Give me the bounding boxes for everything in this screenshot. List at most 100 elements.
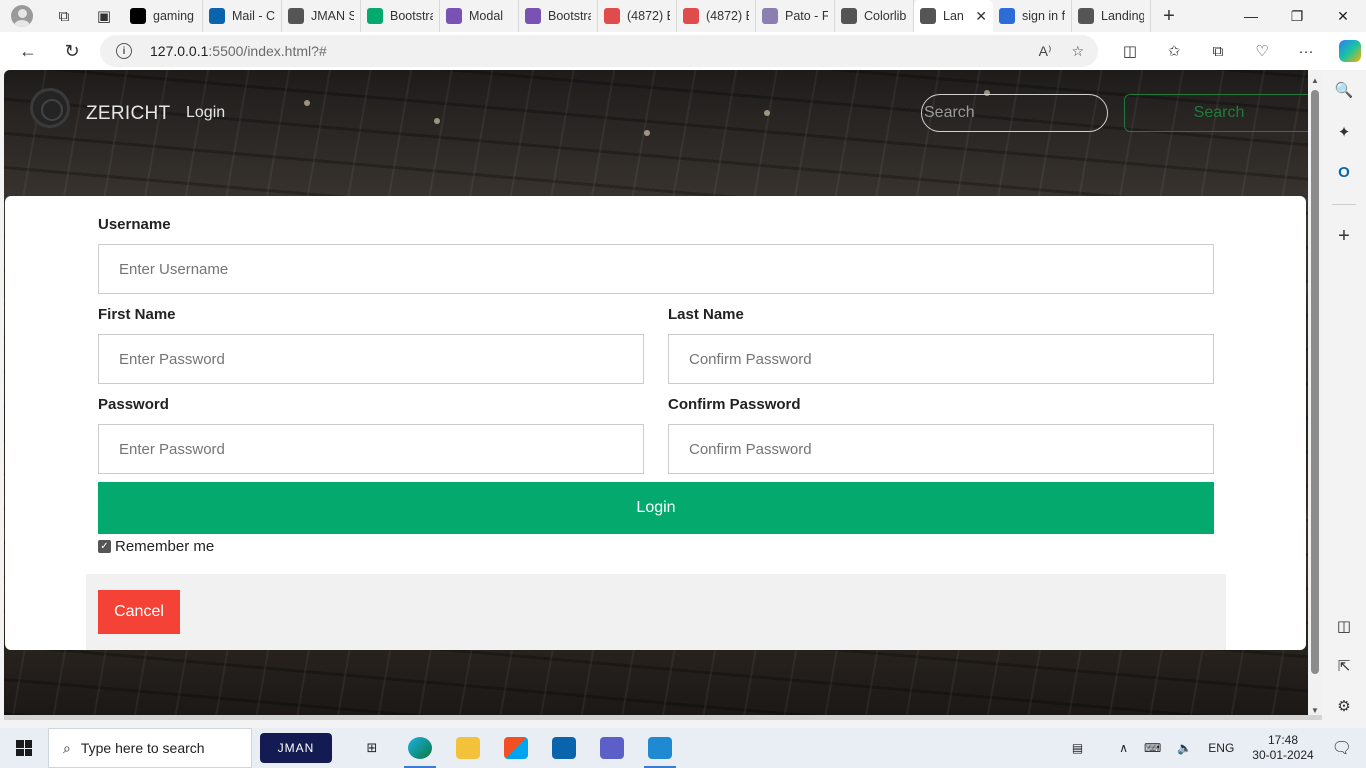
browser-tab[interactable]: Landing [1072, 0, 1151, 32]
browser-tab-strip: ⧉ ▣ gaming Mail - C JMAN S Bootstra Modal Boo… [0, 0, 1366, 32]
confirm-password-input[interactable] [668, 424, 1214, 474]
task-view-icon[interactable]: ⊞ [348, 728, 396, 768]
sidebar-settings-icon[interactable]: ⚙ [1322, 690, 1366, 722]
github-icon [130, 8, 146, 24]
browser-tab[interactable]: (4872) E [677, 0, 756, 32]
bootstrap-icon [446, 8, 462, 24]
news-icon[interactable]: ▤ [1064, 741, 1091, 755]
new-tab-button[interactable]: + [1151, 0, 1187, 32]
sidebar-search-icon[interactable]: 🔍 [1322, 74, 1366, 106]
url-bar[interactable]: i 127.0.0.1:5500/index.html?# A⁾ ☆ [100, 35, 1098, 67]
mail-icon[interactable] [540, 728, 588, 768]
sidebar-copilot-icon[interactable]: ✦ [1322, 116, 1366, 148]
taskbar-search-text: Type here to search [80, 740, 205, 756]
taskbar-search[interactable]: ⌕ Type here to search [48, 728, 252, 768]
notification-icon[interactable]: 🗨 [1324, 738, 1366, 758]
sidebar-outlook-icon[interactable]: O [1322, 156, 1366, 188]
browser-toolbar: ◫ ✩ ⧉ ♡ ··· [1108, 32, 1366, 70]
username-label: Username [98, 216, 171, 233]
page-icon [1078, 8, 1094, 24]
volume-icon[interactable]: 🔈 [1169, 741, 1200, 755]
browser-tab[interactable]: sign in f [993, 0, 1072, 32]
browser-tab[interactable]: Modal [440, 0, 519, 32]
close-tab-icon[interactable]: ✕ [975, 8, 987, 25]
tab-title: JMAN S [311, 9, 354, 23]
page-scrollbar[interactable]: ▲ ▼ [1308, 70, 1322, 720]
system-tray: ▤ ∧ ⌨ 🔈 ENG 17:48 30-01-2024 🗨 [1064, 728, 1366, 768]
username-input[interactable] [98, 244, 1214, 294]
tab-actions-icon[interactable]: ▣ [84, 0, 124, 32]
url-host: 127.0.0.1 [150, 43, 209, 59]
browser-tab[interactable]: Pato - F [756, 0, 835, 32]
site-logo-icon[interactable] [30, 88, 70, 128]
first-name-input[interactable] [98, 334, 644, 384]
horizontal-scroll-track [4, 715, 1322, 720]
profile-avatar-icon [11, 5, 33, 27]
nav-link-login[interactable]: Login [186, 104, 225, 122]
refresh-icon[interactable]: ↻ [50, 32, 94, 70]
restore-icon[interactable]: ❐ [1274, 0, 1320, 32]
last-name-input[interactable] [668, 334, 1214, 384]
browser-tab[interactable]: (4872) E [598, 0, 677, 32]
cancel-button[interactable]: Cancel [98, 590, 180, 634]
network-icon[interactable]: ⌨ [1136, 741, 1169, 755]
back-icon[interactable]: ← [6, 32, 50, 70]
file-explorer-icon[interactable] [444, 728, 492, 768]
tab-title: Mail - C [232, 9, 275, 23]
store-icon[interactable] [492, 728, 540, 768]
taskbar-search-icon: ⌕ [63, 739, 71, 756]
browser-tab[interactable]: Bootstra [361, 0, 440, 32]
browser-tab[interactable]: Lan ✕ [914, 0, 993, 32]
sidebar-divider [1332, 204, 1356, 205]
favorite-star-icon[interactable]: ☆ [1071, 43, 1084, 60]
browser-tab[interactable]: Colorlib [835, 0, 914, 32]
workspaces-icon[interactable]: ⧉ [44, 0, 84, 32]
minimize-icon[interactable]: — [1228, 0, 1274, 32]
brand-name[interactable]: ZERICHT [86, 103, 170, 125]
sidebar-add-icon[interactable]: + [1322, 220, 1366, 252]
start-button[interactable] [0, 728, 48, 768]
browser-tab[interactable]: Mail - C [203, 0, 282, 32]
profile-button[interactable] [0, 0, 44, 32]
outlook-icon [209, 8, 225, 24]
sidebar-layout-icon[interactable]: ◫ [1322, 610, 1366, 642]
browser-tab[interactable]: Bootstra [519, 0, 598, 32]
performance-icon[interactable]: ♡ [1240, 32, 1284, 70]
jman-widget[interactable]: JMAN [260, 733, 332, 763]
read-aloud-icon[interactable]: A⁾ [1039, 43, 1052, 60]
tab-title: Bootstra [390, 9, 433, 23]
search-button[interactable]: Search [1124, 94, 1308, 132]
clock[interactable]: 17:48 30-01-2024 [1242, 733, 1323, 763]
close-window-icon[interactable]: ✕ [1320, 0, 1366, 32]
split-screen-icon[interactable]: ◫ [1108, 32, 1152, 70]
scroll-thumb[interactable] [1311, 90, 1319, 674]
browser-tab[interactable]: JMAN S [282, 0, 361, 32]
copilot-icon[interactable] [1328, 32, 1366, 70]
w3-icon [367, 8, 383, 24]
login-button[interactable]: Login [98, 482, 1214, 534]
youtube-icon [683, 8, 699, 24]
address-bar-row: ← ↻ i 127.0.0.1:5500/index.html?# A⁾ ☆ ◫… [0, 32, 1366, 70]
teams-icon[interactable] [588, 728, 636, 768]
clock-date: 30-01-2024 [1252, 748, 1314, 762]
remember-me-checkbox[interactable]: ✓ [98, 540, 111, 553]
tab-title: Lan [943, 9, 964, 23]
edge-taskbar-icon[interactable] [396, 728, 444, 768]
scroll-up-icon[interactable]: ▲ [1310, 76, 1320, 86]
favorites-icon[interactable]: ✩ [1152, 32, 1196, 70]
edge-sidebar: 🔍 ✦ O + ◫ ⇱ ⚙ [1322, 70, 1366, 720]
colorlib-icon [762, 8, 778, 24]
password-input[interactable] [98, 424, 644, 474]
search-input[interactable] [921, 94, 1108, 132]
site-info-icon[interactable]: i [116, 43, 132, 59]
tab-title: Colorlib [864, 9, 907, 23]
language-indicator[interactable]: ENG [1200, 741, 1242, 755]
remember-me-label[interactable]: Remember me [115, 538, 214, 555]
youtube-icon [604, 8, 620, 24]
collections-icon[interactable]: ⧉ [1196, 32, 1240, 70]
more-menu-icon[interactable]: ··· [1284, 32, 1328, 70]
browser-tab[interactable]: gaming [124, 0, 203, 32]
tray-chevron-icon[interactable]: ∧ [1111, 741, 1136, 755]
vscode-icon[interactable] [636, 728, 684, 768]
sidebar-external-icon[interactable]: ⇱ [1322, 650, 1366, 682]
